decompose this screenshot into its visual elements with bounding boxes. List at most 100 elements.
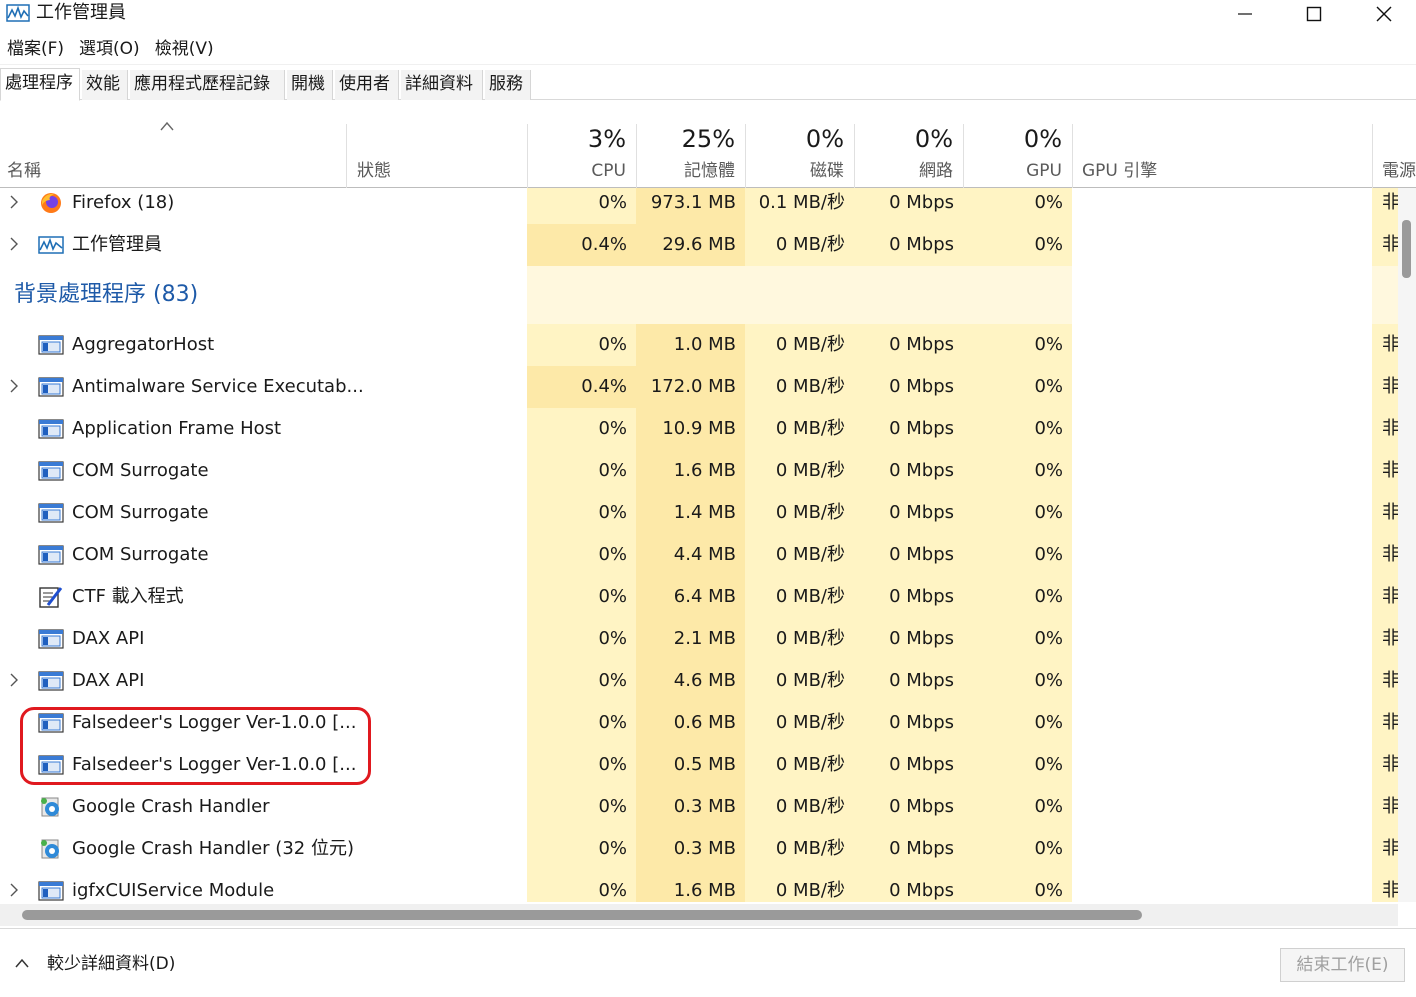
process-row[interactable]: Google Crash Handler (32 位元) 0% 0.3 MB 0 MB…	[0, 828, 1398, 870]
column-power[interactable]: 電源	[1382, 156, 1416, 181]
network-total: 0%	[914, 125, 953, 153]
process-disk-value: 0 MB/秒	[775, 376, 845, 397]
column-gpu[interactable]: 0% GPU	[963, 124, 1072, 188]
group-cell-background	[527, 266, 636, 324]
close-button[interactable]	[1349, 0, 1416, 28]
column-name[interactable]: 名稱	[7, 156, 41, 181]
process-network-value: 0 Mbps	[889, 586, 954, 607]
column-network[interactable]: 0% 網路	[854, 124, 963, 188]
process-row[interactable]: COM Surrogate 0% 1.4 MB 0 MB/秒 0 Mbps 0% 非	[0, 492, 1398, 534]
process-name: Google Crash Handler (32 位元)	[72, 838, 354, 859]
column-disk[interactable]: 0% 磁碟	[745, 124, 854, 188]
process-power-value: 非	[1382, 586, 1398, 607]
process-row[interactable]: Application Frame Host 0% 10.9 MB 0 MB/秒 0 M…	[0, 408, 1398, 450]
process-row[interactable]: COM Surrogate 0% 4.4 MB 0 MB/秒 0 Mbps 0% 非	[0, 534, 1398, 576]
process-name: 工作管理員	[72, 234, 162, 255]
tab-performance[interactable]: 效能	[82, 70, 128, 100]
process-gpu-value: 0%	[1034, 712, 1063, 733]
chevron-right-icon[interactable]	[8, 672, 20, 688]
process-cpu-value: 0.4%	[581, 234, 627, 255]
group-cell-background	[963, 266, 1072, 324]
process-gpu-value: 0%	[1034, 544, 1063, 565]
process-row[interactable]: AggregatorHost 0% 1.0 MB 0 MB/秒 0 Mbps 0% 非	[0, 324, 1398, 366]
app-window-icon	[38, 543, 64, 567]
app-window-icon	[38, 627, 64, 651]
process-power-value: 非	[1382, 544, 1398, 565]
sort-ascending-icon[interactable]	[158, 120, 176, 132]
process-memory-value: 973.1 MB	[650, 192, 736, 213]
app-window-icon	[38, 669, 64, 693]
vertical-scroll-thumb[interactable]	[1402, 220, 1411, 278]
minimize-button[interactable]	[1210, 0, 1280, 28]
column-cpu[interactable]: 3% CPU	[527, 124, 636, 188]
column-divider	[1372, 124, 1373, 188]
chevron-up-icon[interactable]	[14, 957, 30, 969]
network-label: 網路	[919, 161, 953, 181]
cpu-total: 3%	[587, 125, 626, 153]
tab-startup[interactable]: 開機	[287, 70, 333, 100]
group-cell-background	[745, 266, 854, 324]
horizontal-scrollbar[interactable]	[0, 904, 1398, 926]
process-disk-value: 0.1 MB/秒	[758, 192, 845, 213]
process-row[interactable]: Google Crash Handler 0% 0.3 MB 0 MB/秒 0 Mbps…	[0, 786, 1398, 828]
tab-app-history[interactable]: 應用程式歷程記錄	[130, 70, 285, 100]
process-network-value: 0 Mbps	[889, 544, 954, 565]
process-cpu-value: 0%	[598, 460, 627, 481]
process-power-value: 非	[1382, 418, 1398, 439]
process-disk-value: 0 MB/秒	[775, 628, 845, 649]
process-power-value: 非	[1382, 712, 1398, 733]
column-gpu-engine[interactable]: GPU 引擎	[1082, 156, 1157, 181]
process-row[interactable]: 工作管理員 0.4% 29.6 MB 0 MB/秒 0 Mbps 0% 非	[0, 224, 1398, 266]
process-network-value: 0 Mbps	[889, 712, 954, 733]
process-row[interactable]: COM Surrogate 0% 1.6 MB 0 MB/秒 0 Mbps 0% 非	[0, 450, 1398, 492]
vertical-scrollbar[interactable]	[1398, 188, 1416, 902]
process-row[interactable]: Firefox (18) 0% 973.1 MB 0.1 MB/秒 0 Mbps 0% 非	[0, 188, 1398, 224]
menu-options[interactable]: 選項(O)	[72, 36, 148, 62]
process-disk-value: 0 MB/秒	[775, 586, 845, 607]
horizontal-scroll-thumb[interactable]	[22, 910, 1142, 920]
end-task-button[interactable]: 結束工作(E)	[1280, 948, 1405, 982]
process-row[interactable]: Antimalware Service Executab... 0.4% 172.0…	[0, 366, 1398, 408]
task-manager-icon	[38, 233, 64, 257]
gpu-total: 0%	[1023, 125, 1062, 153]
process-memory-value: 29.6 MB	[662, 234, 736, 255]
process-cpu-value: 0%	[598, 880, 627, 901]
process-cpu-value: 0%	[598, 334, 627, 355]
chevron-right-icon[interactable]	[8, 194, 20, 210]
google-crash-handler-icon	[38, 837, 64, 861]
tab-users[interactable]: 使用者	[335, 70, 399, 100]
process-name: igfxCUIService Module	[72, 880, 275, 901]
process-row[interactable]: CTF 載入程式 0% 6.4 MB 0 MB/秒 0 Mbps 0% 非	[0, 576, 1398, 618]
process-disk-value: 0 MB/秒	[775, 838, 845, 859]
column-memory[interactable]: 25% 記憶體	[636, 124, 745, 188]
chevron-right-icon[interactable]	[8, 236, 20, 252]
process-row[interactable]: DAX API 0% 2.1 MB 0 MB/秒 0 Mbps 0% 非	[0, 618, 1398, 660]
process-name: COM Surrogate	[72, 502, 209, 523]
process-cpu-value: 0%	[598, 712, 627, 733]
process-memory-value: 0.6 MB	[673, 712, 736, 733]
process-name: CTF 載入程式	[72, 586, 184, 607]
process-cpu-value: 0%	[598, 628, 627, 649]
process-name: Google Crash Handler	[72, 796, 270, 817]
menu-file[interactable]: 檔案(F)	[0, 36, 72, 62]
column-status[interactable]: 狀態	[357, 156, 391, 181]
maximize-button[interactable]	[1279, 0, 1349, 28]
tab-details[interactable]: 詳細資料	[401, 70, 483, 100]
group-header-background[interactable]: 背景處理程序 (83)	[0, 266, 1398, 324]
tab-processes[interactable]: 處理程序	[0, 68, 80, 101]
process-name: DAX API	[72, 628, 145, 649]
process-network-value: 0 Mbps	[889, 880, 954, 901]
process-disk-value: 0 MB/秒	[775, 880, 845, 901]
minimize-icon	[1238, 13, 1252, 15]
chevron-right-icon[interactable]	[8, 882, 20, 898]
chevron-right-icon[interactable]	[8, 378, 20, 394]
process-gpu-value: 0%	[1034, 796, 1063, 817]
process-row[interactable]: igfxCUIService Module 0% 1.6 MB 0 MB/秒 0 Mbp…	[0, 870, 1398, 902]
process-cpu-value: 0%	[598, 418, 627, 439]
process-network-value: 0 Mbps	[889, 502, 954, 523]
process-cpu-value: 0.4%	[581, 376, 627, 397]
tab-services[interactable]: 服務	[485, 70, 531, 100]
fewer-details-link[interactable]: 較少詳細資料(D)	[47, 953, 175, 975]
process-row[interactable]: DAX API 0% 4.6 MB 0 MB/秒 0 Mbps 0% 非	[0, 660, 1398, 702]
menu-view[interactable]: 檢視(V)	[148, 36, 222, 62]
